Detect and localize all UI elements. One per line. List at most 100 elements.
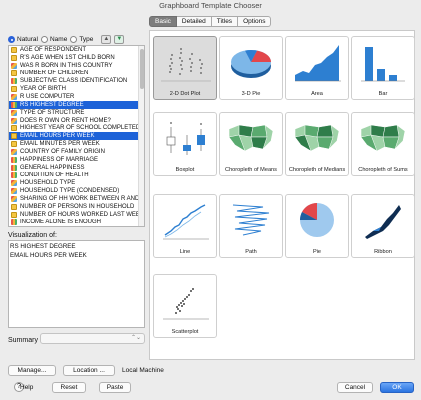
location-value: Local Machine xyxy=(122,367,164,374)
template-ribbon[interactable]: Ribbon xyxy=(351,194,415,258)
variable-item[interactable]: NUMBER OF HOURS WORKED LAST WEEK xyxy=(9,211,144,219)
variable-label: NUMBER OF CHILDREN xyxy=(20,70,89,77)
template-choropleth-means[interactable]: Choropleth of Means xyxy=(219,112,283,176)
template-label: Area xyxy=(311,90,323,97)
variable-item[interactable]: AGE OF RESPONDENT xyxy=(9,46,144,54)
variable-item[interactable]: GENERAL HAPPINESS xyxy=(9,164,144,172)
tab-basic[interactable]: Basic xyxy=(149,16,177,27)
variable-item[interactable]: WAS R BORN IN THIS COUNTRY xyxy=(9,62,144,70)
variable-item[interactable]: NUMBER OF PERSONS IN HOUSEHOLD xyxy=(9,203,144,211)
template-gallery: 2-D Dot Plot 3-D Pie Area Bar Boxplot Ch… xyxy=(149,30,415,360)
manage-button[interactable]: Manage... xyxy=(8,365,56,376)
sort-label-type: Type xyxy=(79,35,94,43)
template-path[interactable]: Path xyxy=(219,194,283,258)
variable-item[interactable]: TYPE OF STRUCTURE xyxy=(9,109,144,117)
variable-item[interactable]: HOUSEHOLD TYPE (CONDENSED) xyxy=(9,187,144,195)
variable-item[interactable]: RS HIGHEST DEGREE xyxy=(9,100,144,109)
template-choropleth-medians[interactable]: Choropleth of Medians xyxy=(285,112,349,176)
variable-item[interactable]: SHARING OF HH WORK BETWEEN R AND S xyxy=(9,195,144,203)
ok-button[interactable]: OK xyxy=(380,382,414,393)
bar-chart-icon xyxy=(361,47,405,82)
variable-label: COUNTRY OF FAMILY ORIGIN xyxy=(20,148,105,155)
scale-variable-icon xyxy=(11,203,17,210)
nominal-variable-icon xyxy=(11,117,17,124)
variable-label: RS HIGHEST DEGREE xyxy=(20,101,84,108)
variable-label: R'S AGE WHEN 1ST CHILD BORN xyxy=(20,54,115,61)
scale-variable-icon xyxy=(11,133,17,140)
template-line[interactable]: Line xyxy=(153,194,217,258)
map-icon xyxy=(294,124,340,152)
template-2d-dot-plot[interactable]: 2-D Dot Plot xyxy=(153,36,217,100)
template-label: Bar xyxy=(378,90,388,97)
variable-label: HAPPINESS OF MARRIAGE xyxy=(20,156,99,163)
sort-radio-natural[interactable]: Natural xyxy=(8,35,38,43)
move-down-button[interactable]: ▼ xyxy=(114,34,125,44)
template-choropleth-sums[interactable]: Choropleth of Sums xyxy=(351,112,415,176)
paste-button[interactable]: Paste xyxy=(99,382,131,393)
scale-variable-icon xyxy=(11,141,17,148)
scale-variable-icon xyxy=(11,86,17,93)
map-icon xyxy=(228,124,274,152)
summary-label: Summary : xyxy=(8,337,42,344)
variable-item[interactable]: HIGHEST YEAR OF SCHOOL COMPLETED xyxy=(9,124,144,132)
template-label: 3-D Pie xyxy=(241,90,261,97)
scale-variable-icon xyxy=(11,46,17,53)
nominal-variable-icon xyxy=(11,180,17,187)
map-icon xyxy=(360,124,406,152)
tab-detailed[interactable]: Detailed xyxy=(176,16,212,27)
variable-label: WAS R BORN IN THIS COUNTRY xyxy=(20,62,113,69)
variable-label: EMAIL HOURS PER WEEK xyxy=(20,133,95,140)
variable-label: HIGHEST YEAR OF SCHOOL COMPLETED xyxy=(20,125,141,132)
template-scatterplot[interactable]: Scatterplot xyxy=(153,274,217,338)
scroll-thumb[interactable] xyxy=(140,49,144,89)
variable-item[interactable]: EMAIL HOURS PER WEEK xyxy=(9,132,144,141)
sort-radio-type[interactable]: Type xyxy=(70,35,94,43)
nominal-variable-icon xyxy=(11,195,17,202)
cancel-button[interactable]: Cancel xyxy=(337,382,373,393)
template-3d-pie[interactable]: 3-D Pie xyxy=(219,36,283,100)
variable-item[interactable]: EMAIL MINUTES PER WEEK xyxy=(9,140,144,148)
variable-item[interactable]: COUNTRY OF FAMILY ORIGIN xyxy=(9,148,144,156)
template-pie[interactable]: Pie xyxy=(285,194,349,258)
variable-item[interactable]: YEAR OF BIRTH xyxy=(9,85,144,93)
variable-item[interactable]: INCOME ALONE IS ENOUGH xyxy=(9,219,144,226)
variable-item[interactable]: R USE COMPUTER xyxy=(9,93,144,101)
template-area[interactable]: Area xyxy=(285,36,349,100)
nominal-variable-icon xyxy=(11,93,17,100)
variable-item[interactable]: SUBJECTIVE CLASS IDENTIFICATION xyxy=(9,77,144,85)
tab-titles[interactable]: Titles xyxy=(211,16,239,27)
template-bar[interactable]: Bar xyxy=(351,36,415,100)
variable-item[interactable]: CONDITION OF HEALTH xyxy=(9,172,144,180)
template-label: Choropleth of Sums xyxy=(358,166,408,173)
tab-bar: Basic Detailed Titles Options xyxy=(149,16,272,27)
reset-button[interactable]: Reset xyxy=(52,382,86,393)
sort-radio-name[interactable]: Name xyxy=(40,35,68,43)
variable-item[interactable]: R'S AGE WHEN 1ST CHILD BORN xyxy=(9,54,144,62)
area-chart-icon xyxy=(295,45,341,82)
variable-item[interactable]: HAPPINESS OF MARRIAGE xyxy=(9,156,144,164)
variable-label: NUMBER OF HOURS WORKED LAST WEEK xyxy=(20,211,144,218)
visualization-list[interactable]: RS HIGHEST DEGREE EMAIL HOURS PER WEEK xyxy=(8,240,145,328)
scale-variable-icon xyxy=(11,54,17,61)
chevron-updown-icon: ⌃⌄ xyxy=(130,335,141,341)
variable-label: DOES R OWN OR RENT HOME? xyxy=(20,117,111,124)
variable-item[interactable]: HOUSEHOLD TYPE xyxy=(9,179,144,187)
scale-variable-icon xyxy=(11,70,17,77)
template-label: Boxplot xyxy=(175,166,195,173)
move-up-button[interactable]: ▲ xyxy=(101,34,112,44)
variable-list[interactable]: AGE OF RESPONDENT R'S AGE WHEN 1ST CHILD … xyxy=(8,45,145,227)
ordinal-variable-icon xyxy=(11,172,17,179)
template-label: Scatterplot xyxy=(171,328,199,335)
pie-3d-icon xyxy=(231,50,271,78)
variable-item[interactable]: NUMBER OF CHILDREN xyxy=(9,70,144,78)
tab-options[interactable]: Options xyxy=(238,16,272,27)
variable-list-scrollbar[interactable] xyxy=(138,46,144,226)
ordinal-variable-icon xyxy=(11,101,17,108)
location-button[interactable]: Location ... xyxy=(63,365,115,376)
sort-label-name: Name xyxy=(49,35,68,43)
template-boxplot[interactable]: Boxplot xyxy=(153,112,217,176)
variable-item[interactable]: DOES R OWN OR RENT HOME? xyxy=(9,117,144,125)
summary-dropdown[interactable]: ⌃⌄ xyxy=(40,333,145,344)
nominal-variable-icon xyxy=(11,188,17,195)
variable-label: AGE OF RESPONDENT xyxy=(20,46,87,53)
